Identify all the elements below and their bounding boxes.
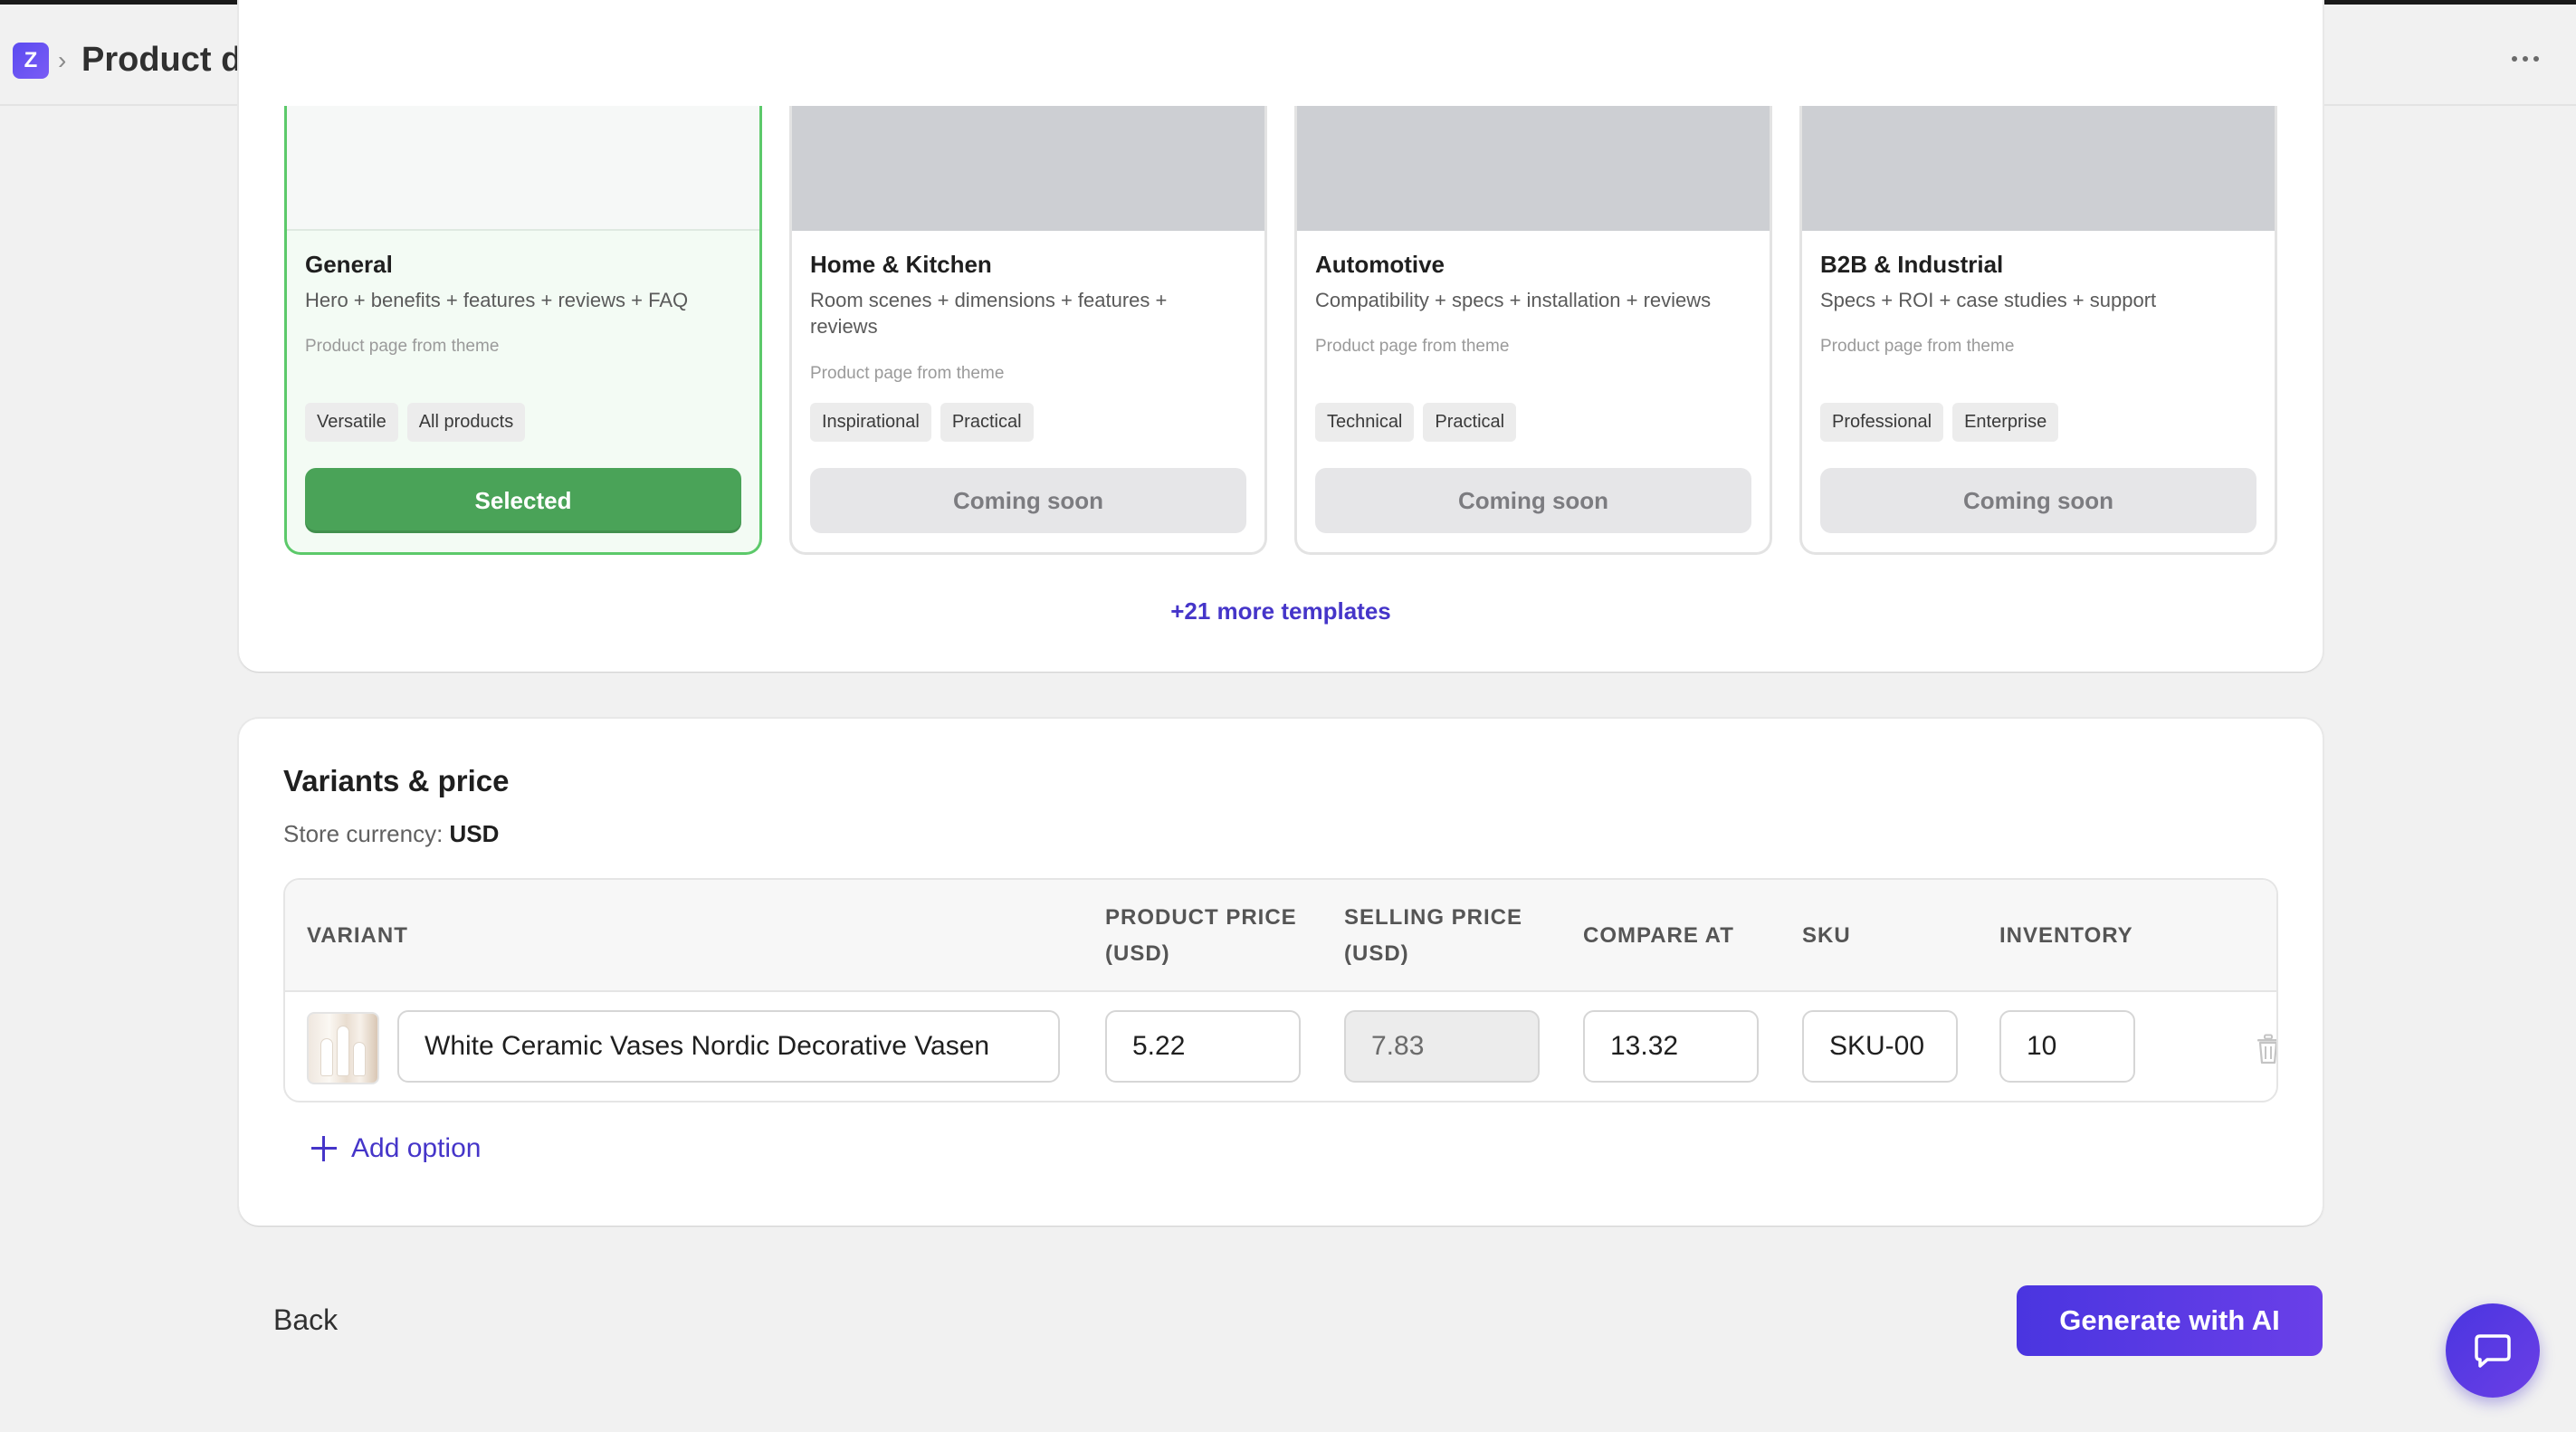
selling-price-field: 7.83 [1344,1010,1540,1083]
variants-table: VARIANT PRODUCT PRICE (USD) SELLING PRIC… [283,878,2278,1103]
template-thumbnail [287,106,759,231]
chat-button[interactable] [2446,1303,2540,1398]
template-description: Room scenes + dimensions + features + re… [810,289,1168,338]
template-coming-soon-button[interactable]: Coming soon [1820,468,2256,533]
template-description: Specs + ROI + case studies + support [1820,289,2157,311]
app-logo[interactable]: Z [13,43,49,79]
tag: Enterprise [1952,403,2059,442]
template-coming-soon-button[interactable]: Coming soon [1315,468,1751,533]
column-header-compare-at: COMPARE AT [1583,923,1734,948]
template-description: Compatibility + specs + installation + r… [1315,289,1712,311]
template-thumbnail [792,106,1264,231]
chat-icon [2475,1334,2511,1368]
template-card-b2b-industrial[interactable]: B2B & Industrial Specs + ROI + case stud… [1799,106,2277,555]
plus-icon [311,1136,337,1161]
template-name: Automotive [1315,251,1445,278]
breadcrumb-separator: › [58,46,67,74]
column-header-product-price: PRODUCT PRICE (USD) [1105,905,1297,966]
template-coming-soon-button[interactable]: Coming soon [810,468,1246,533]
template-source: Product page from theme [810,364,1005,383]
tag: Practical [940,403,1034,442]
column-header-sku: SKU [1802,923,1851,948]
store-currency: Store currency: USD [283,820,499,848]
variants-title: Variants & price [283,764,510,797]
currency-value: USD [449,820,500,847]
column-header-selling-price: SELLING PRICE (USD) [1344,905,1523,966]
template-card-general[interactable]: General Hero + benefits + features + rev… [284,106,762,555]
template-source: Product page from theme [305,337,500,356]
template-card-home-kitchen[interactable]: Home & Kitchen Room scenes + dimensions … [789,106,1267,555]
variant-name-input[interactable]: White Ceramic Vases Nordic Decorative Va… [397,1010,1060,1083]
tag: Technical [1315,403,1415,442]
template-tags: Versatile All products [305,403,526,442]
template-source: Product page from theme [1315,337,1510,356]
compare-at-input[interactable]: 13.32 [1583,1010,1759,1083]
tag: Practical [1423,403,1517,442]
template-card-automotive[interactable]: Automotive Compatibility + specs + insta… [1294,106,1772,555]
template-thumbnail [1297,106,1770,231]
template-tags: Inspirational Practical [810,403,1034,442]
tag: Versatile [305,403,398,442]
template-name: Home & Kitchen [810,251,992,278]
template-selected-button[interactable]: Selected [305,468,741,533]
more-templates-link[interactable]: +21 more templates [239,597,2323,625]
product-price-input[interactable]: 5.22 [1105,1010,1301,1083]
tag: Inspirational [810,403,931,442]
template-source: Product page from theme [1820,337,2015,356]
tag: All products [406,403,526,442]
template-tags: Professional Enterprise [1820,403,2059,442]
add-option-label: Add option [351,1133,482,1163]
column-header-variant: VARIANT [307,923,408,948]
tag: Professional [1820,403,1944,442]
inventory-input[interactable]: 10 [1999,1010,2135,1083]
currency-label: Store currency: [283,820,444,847]
templates-card: General Hero + benefits + features + rev… [239,0,2323,672]
generate-with-ai-button[interactable]: Generate with AI [2017,1285,2323,1356]
template-name: General [305,251,393,278]
template-thumbnail [1802,106,2275,231]
table-row: White Ceramic Vases Nordic Decorative Va… [285,992,2278,1101]
template-description: Hero + benefits + features + reviews + F… [305,289,689,311]
add-option-button[interactable]: Add option [311,1133,481,1164]
trash-icon[interactable] [2255,1034,2278,1064]
sku-input[interactable]: SKU-00 [1802,1010,1958,1083]
column-header-inventory: INVENTORY [1999,923,2133,948]
table-header: VARIANT PRODUCT PRICE (USD) SELLING PRIC… [285,880,2276,992]
template-tags: Technical Practical [1315,403,1517,442]
back-button[interactable]: Back [273,1303,338,1337]
variant-thumbnail [307,1012,379,1084]
more-options-icon[interactable] [2504,48,2547,70]
variants-card: Variants & price Store currency: USD VAR… [239,719,2323,1226]
template-name: B2B & Industrial [1820,251,2004,278]
